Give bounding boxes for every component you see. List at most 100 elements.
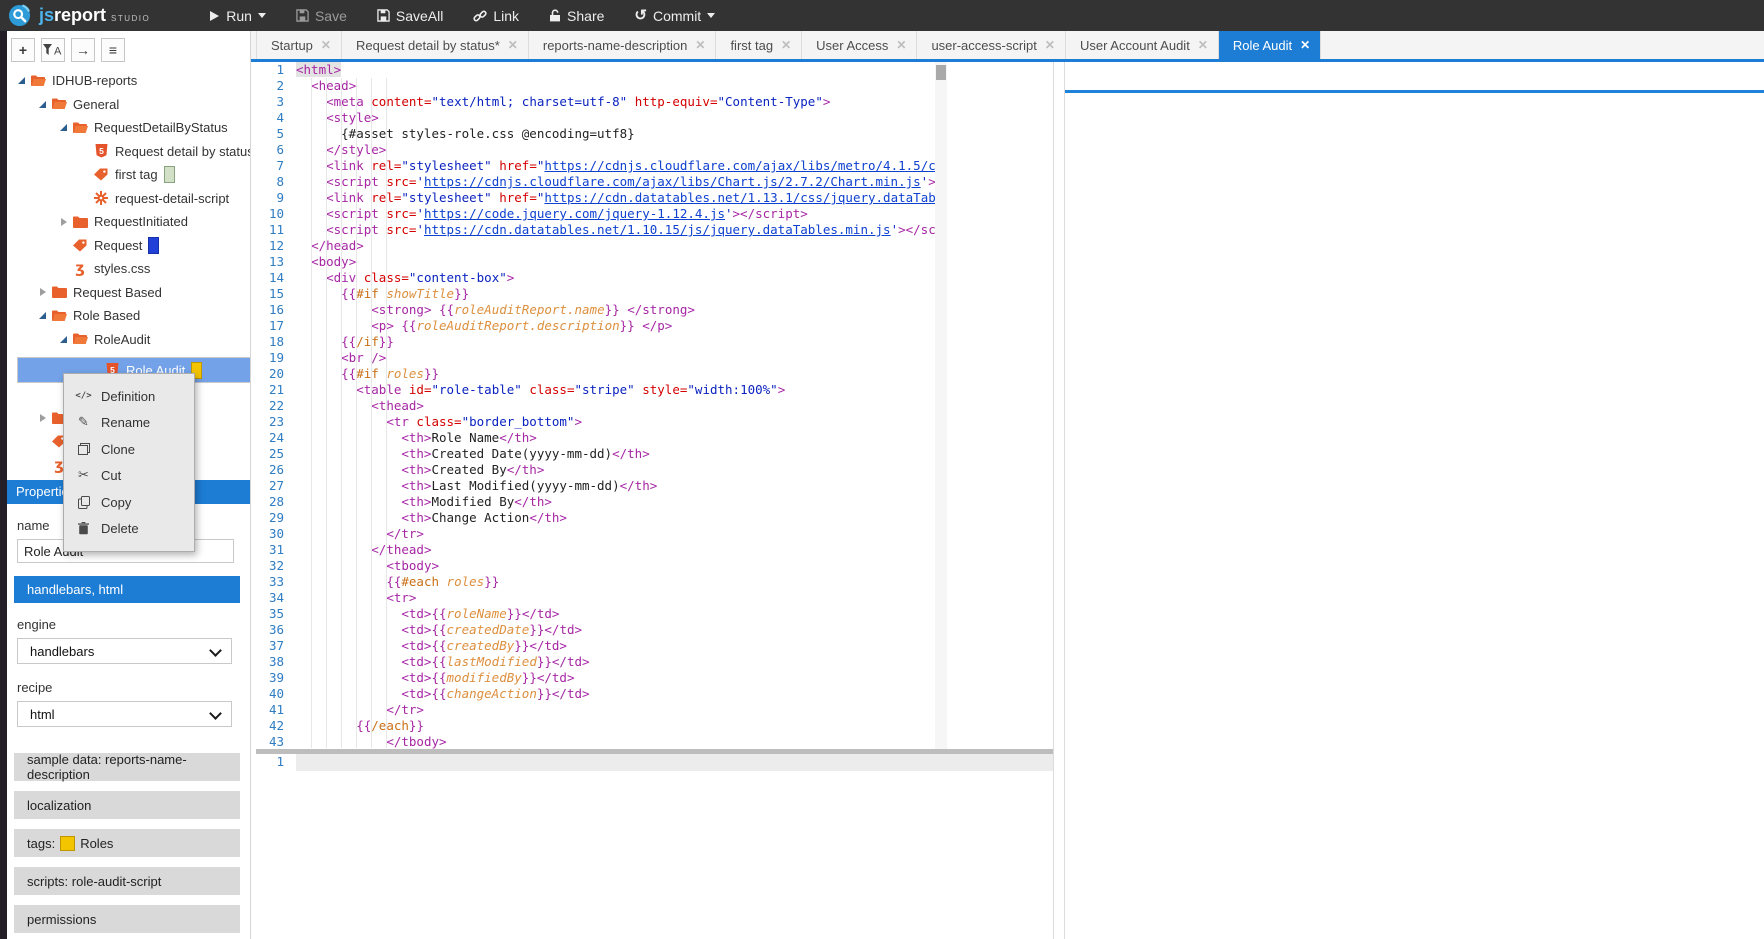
property-section-localization[interactable]: localization: [14, 791, 240, 819]
code-line: 3 <meta content="text/html; charset=utf-…: [256, 94, 947, 110]
code-line: 20 {{#if roles}}: [256, 366, 947, 382]
editor-preview-splitter[interactable]: [1053, 62, 1065, 939]
close-tab-icon[interactable]: ✕: [1300, 38, 1310, 52]
line-number: 2: [256, 78, 284, 94]
tree-item-general[interactable]: General: [7, 93, 250, 117]
line-number: 15: [256, 286, 284, 302]
line-number: 16: [256, 302, 284, 318]
close-tab-icon[interactable]: ✕: [321, 38, 331, 52]
helpers-editor[interactable]: 1: [256, 754, 1053, 939]
code-line-content: <table id="role-table" class="stripe" st…: [296, 382, 785, 398]
code-line: 22 <thead>: [256, 398, 947, 414]
code-line-content: <br />: [296, 350, 386, 366]
code-line-content: </thead>: [296, 542, 431, 558]
editor-tab-user-access-script[interactable]: user-access-script✕: [917, 31, 1066, 59]
tree-item-request-based[interactable]: Request Based: [7, 281, 250, 305]
tree-tool-hamburger-icon[interactable]: ≡: [101, 38, 125, 62]
editor-tab-startup[interactable]: Startup✕: [256, 31, 342, 59]
toolbar-item-run[interactable]: Run: [208, 8, 266, 24]
tree-item-request[interactable]: Request: [7, 234, 250, 258]
recipe-select[interactable]: html: [17, 701, 232, 727]
toolbar-item-share[interactable]: Share: [549, 8, 604, 24]
tree-item-label: first tag: [115, 167, 158, 182]
editor-tab-user-access[interactable]: User Access✕: [802, 31, 917, 59]
scissors-icon: ✂: [74, 469, 93, 482]
context-menu-item-copy[interactable]: Copy: [64, 489, 194, 516]
caret-down-icon: [707, 13, 715, 18]
context-menu-item-delete[interactable]: Delete: [64, 516, 194, 543]
code-line-content: {{#if showTitle}}: [296, 286, 469, 302]
code-line: 23 <tr class="border_bottom">: [256, 414, 947, 430]
close-tab-icon[interactable]: ✕: [781, 38, 791, 52]
editor-tab-reports-name-description[interactable]: reports-name-description✕: [529, 31, 717, 59]
property-section-scripts-role-audit-script[interactable]: scripts: role-audit-script: [14, 867, 240, 895]
tag-color-swatch: [60, 836, 75, 851]
expand-arrow-icon[interactable]: [15, 77, 28, 84]
tree-item-requestinitiated[interactable]: RequestInitiated: [7, 210, 250, 234]
code-line-content: {{#each roles}}: [296, 574, 499, 590]
context-menu-item-rename[interactable]: ✎Rename: [64, 410, 194, 437]
folder-icon: [72, 216, 88, 228]
line-number: 12: [256, 238, 284, 254]
close-tab-icon[interactable]: ✕: [896, 38, 906, 52]
tag-name: Roles: [80, 836, 113, 851]
line-number: 38: [256, 654, 284, 670]
tree-item-first-tag[interactable]: first tag: [7, 163, 250, 187]
property-section-permissions[interactable]: permissions: [14, 905, 240, 933]
code-line: 32 <tbody>: [256, 558, 947, 574]
tree-item-roleaudit[interactable]: RoleAudit: [7, 328, 250, 352]
code-line-content: <div class="content-box">: [296, 270, 514, 286]
jsreport-studio-app: jsreport STUDIO RunSaveSaveAllLinkShare↺…: [0, 0, 1764, 939]
editor-tab-role-audit[interactable]: Role Audit✕: [1219, 31, 1321, 59]
expand-arrow-icon[interactable]: [57, 218, 70, 226]
tree-item-label: RoleAudit: [94, 332, 150, 347]
close-tab-icon[interactable]: ✕: [508, 38, 518, 52]
code-line-content: <link rel="stylesheet" href="https://cdn…: [296, 158, 947, 174]
property-section-tags[interactable]: tags:Roles: [14, 829, 240, 857]
tree-item-request-detail-by-status[interactable]: 5Request detail by status*: [7, 140, 250, 164]
expand-arrow-icon[interactable]: [36, 414, 49, 422]
tree-tool-plus-icon[interactable]: +: [11, 38, 35, 62]
expand-arrow-icon[interactable]: [57, 124, 70, 131]
context-menu-item-clone[interactable]: Clone: [64, 436, 194, 463]
code-line: 24 <th>Role Name</th>: [256, 430, 947, 446]
tree-item-idhub-reports[interactable]: IDHUB-reports: [7, 69, 250, 93]
code-line: 42 {{/each}}: [256, 718, 947, 734]
tree-item-styles-css[interactable]: ʒstyles.css: [7, 257, 250, 281]
close-tab-icon[interactable]: ✕: [695, 38, 705, 52]
css-icon: ʒ: [72, 262, 88, 275]
expand-arrow-icon[interactable]: [36, 288, 49, 296]
toolbar-item-saveall[interactable]: SaveAll: [377, 8, 443, 24]
toolbar-item-label: SaveAll: [396, 8, 443, 24]
tree-tool-arrow-right-icon[interactable]: →: [71, 38, 95, 62]
engine-select[interactable]: handlebars: [17, 638, 232, 664]
arrow-right-icon: →: [76, 43, 90, 57]
editor-tab-first-tag[interactable]: first tag✕: [716, 31, 802, 59]
code-line-content: <html>: [296, 62, 341, 78]
toolbar-item-save[interactable]: Save: [296, 8, 347, 24]
expand-arrow-icon[interactable]: [57, 336, 70, 343]
line-number: 35: [256, 606, 284, 622]
tree-item-requestdetailbystatus[interactable]: RequestDetailByStatus: [7, 116, 250, 140]
toolbar-item-link[interactable]: Link: [473, 8, 519, 24]
folder-open-icon: [51, 98, 67, 110]
tag-icon: [72, 239, 88, 252]
editor-tab-user-account-audit[interactable]: User Account Audit✕: [1066, 31, 1219, 59]
expand-arrow-icon[interactable]: [36, 101, 49, 108]
context-menu-item-cut[interactable]: ✂Cut: [64, 463, 194, 490]
editor-scrollbar-track[interactable]: [935, 62, 947, 749]
editor-tab-request-detail-by-status[interactable]: Request detail by status*✕: [342, 31, 529, 59]
close-tab-icon[interactable]: ✕: [1198, 38, 1208, 52]
code-line-content: <script src='https://cdnjs.cloudflare.co…: [296, 174, 947, 190]
context-menu-item-definition[interactable]: </>Definition: [64, 383, 194, 410]
line-number: 1: [256, 62, 284, 78]
property-section-sample-data-reports-name-description[interactable]: sample data: reports-name-description: [14, 753, 240, 781]
tree-item-role-based[interactable]: Role Based: [7, 304, 250, 328]
close-tab-icon[interactable]: ✕: [1045, 38, 1055, 52]
toolbar-item-commit[interactable]: ↺Commit: [634, 8, 715, 24]
editor-scrollbar-thumb[interactable]: [936, 65, 946, 80]
expand-arrow-icon[interactable]: [36, 312, 49, 319]
tree-item-request-detail-script[interactable]: request-detail-script: [7, 187, 250, 211]
code-editor[interactable]: 1<html>2 <head>3 <meta content="text/htm…: [256, 62, 947, 749]
tree-tool-filter-icon[interactable]: A: [41, 38, 65, 62]
